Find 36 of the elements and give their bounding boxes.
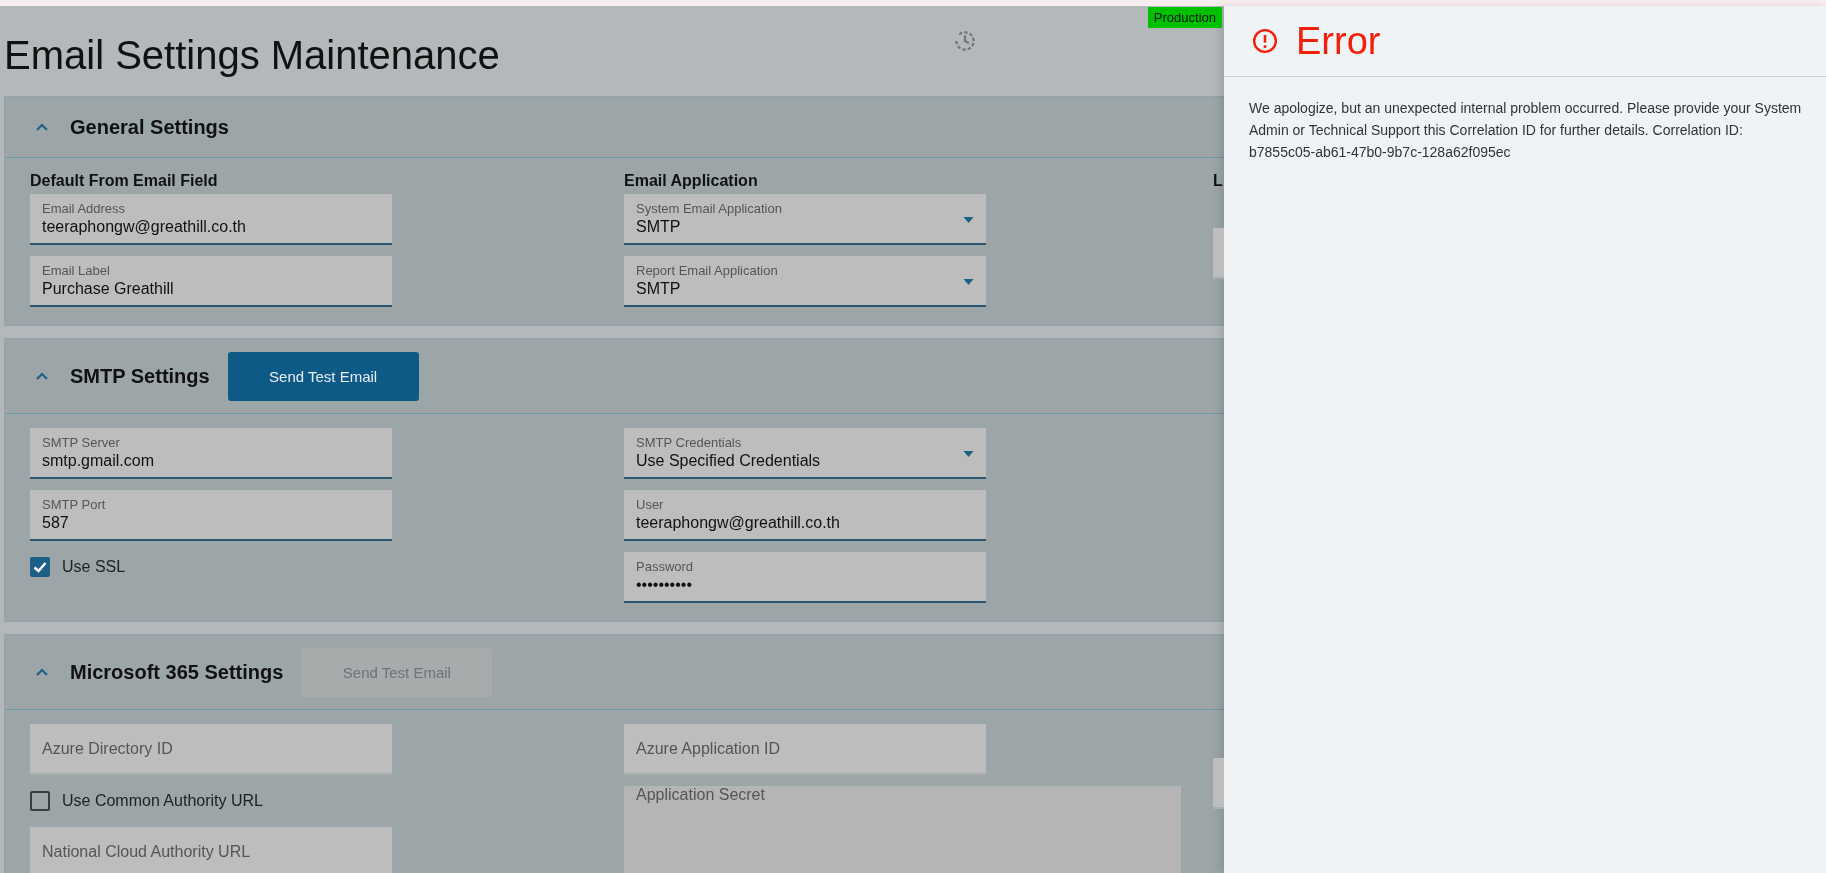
checkbox-label: Use Common Authority URL: [62, 792, 263, 810]
checkbox[interactable]: [30, 791, 50, 811]
dropdown-field[interactable]: Report Email Application SMTP: [624, 256, 986, 307]
caret-icon[interactable]: [963, 279, 974, 285]
caret-icon[interactable]: [963, 217, 974, 223]
section-title: SMTP Settings: [70, 364, 210, 388]
input-field[interactable]: SMTP Server smtp.gmail.com: [30, 428, 392, 479]
chevron-icon[interactable]: [36, 123, 48, 131]
send-test-email-button[interactable]: Send Test Email: [227, 351, 419, 401]
error-message: We apologize, but an unexpected internal problem occurred. Please provide your System Admin or Technical Support this Correlation ID for further details. Correlation ID: b7855c05-ab61-47b0-9b7c-128a62f095ec: [1249, 99, 1803, 162]
environment-badge: Production: [1147, 7, 1222, 28]
input-field[interactable]: National Cloud Authority URL: [30, 827, 392, 873]
section-title: Microsoft 365 Settings: [70, 660, 284, 684]
dropdown-field[interactable]: System Email Application SMTP: [624, 194, 986, 245]
checkbox-label: Use SSL: [62, 558, 126, 576]
text-area[interactable]: Application Secret: [624, 786, 1181, 873]
input-field[interactable]: Password ••••••••••: [624, 552, 986, 603]
group-heading: L: [1213, 172, 1223, 191]
group-heading: Email Application: [624, 172, 758, 191]
chevron-icon[interactable]: [36, 372, 48, 380]
checkbox[interactable]: [30, 557, 50, 577]
caret-icon[interactable]: [963, 451, 974, 457]
input-field[interactable]: Email Label Purchase Greathill: [30, 256, 392, 307]
input-field[interactable]: Azure Application ID: [624, 724, 986, 775]
error-icon: [1252, 28, 1278, 54]
input-field[interactable]: User teeraphongw@greathill.co.th: [624, 490, 986, 541]
error-title: Error: [1296, 19, 1381, 63]
input-field[interactable]: SMTP Port 587: [30, 490, 392, 541]
group-heading: Default From Email Field: [30, 172, 218, 191]
section-title: General Settings: [70, 115, 229, 139]
input-field[interactable]: Azure Directory ID: [30, 724, 392, 775]
page-title: Email Settings Maintenance: [4, 31, 500, 78]
input-field[interactable]: Email Address teeraphongw@greathill.co.th: [30, 194, 392, 245]
dropdown-field[interactable]: SMTP Credentials Use Specified Credentials: [624, 428, 986, 479]
chevron-icon[interactable]: [36, 668, 48, 676]
history-icon[interactable]: [952, 28, 978, 54]
